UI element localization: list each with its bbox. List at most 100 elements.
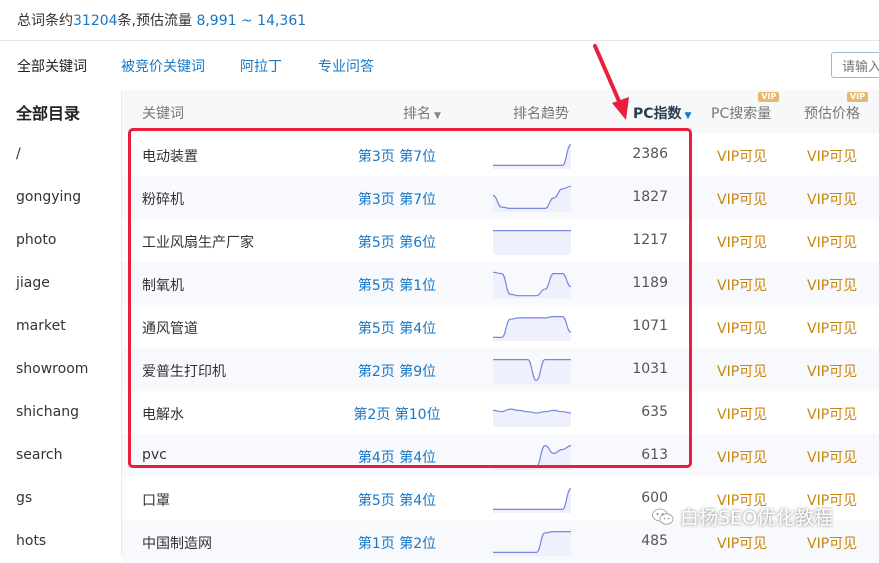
- table-row[interactable]: 制氧机 第5页 第1位 1189 VIP可见 VIP可见: [122, 262, 879, 305]
- tab-all-keywords[interactable]: 全部关键词: [17, 56, 87, 76]
- keyword-cell[interactable]: 电动装置: [142, 146, 198, 166]
- column-price-label: 预估价格: [804, 106, 860, 122]
- pc-index-value: 613: [641, 447, 668, 463]
- price-vip-link[interactable]: VIP可见: [807, 533, 857, 553]
- pc-search-vip-link[interactable]: VIP可见: [717, 318, 767, 338]
- table-row[interactable]: 通风管道 第5页 第4位 1071 VIP可见 VIP可见: [122, 305, 879, 348]
- rank-link[interactable]: 第5页 第6位: [332, 232, 462, 252]
- rank-link[interactable]: 第4页 第4位: [332, 447, 462, 467]
- pc-search-vip-link[interactable]: VIP可见: [717, 404, 767, 424]
- column-pc-index[interactable]: PC指数 ▼: [633, 103, 691, 123]
- sidebar-item-showroom[interactable]: showroom: [16, 361, 88, 377]
- summary-middle: 条,预估流量: [117, 13, 197, 29]
- sidebar-item-jiage[interactable]: jiage: [16, 275, 50, 291]
- price-vip-link[interactable]: VIP可见: [807, 232, 857, 252]
- keyword-cell[interactable]: 粉碎机: [142, 189, 184, 209]
- wechat-icon: [652, 508, 674, 525]
- price-vip-link[interactable]: VIP可见: [807, 275, 857, 295]
- pc-index-value: 485: [641, 533, 668, 549]
- price-vip-link[interactable]: VIP可见: [807, 447, 857, 467]
- rank-trend-sparkline: [493, 408, 571, 427]
- sidebar-item-shichang[interactable]: shichang: [16, 404, 79, 420]
- table-row[interactable]: 电解水 第2页 第10位 635 VIP可见 VIP可见: [122, 391, 879, 434]
- rank-trend-sparkline: [493, 144, 571, 169]
- sidebar-item-market[interactable]: market: [16, 318, 66, 334]
- vip-badge: VIP: [846, 92, 868, 102]
- sidebar-title: 全部目录: [16, 104, 81, 123]
- price-vip-link[interactable]: VIP可见: [807, 146, 857, 166]
- rank-trend-sparkline: [493, 531, 571, 556]
- rank-link[interactable]: 第2页 第9位: [332, 361, 462, 381]
- keyword-cell[interactable]: 制氧机: [142, 275, 184, 295]
- keyword-cell[interactable]: 电解水: [142, 404, 184, 424]
- summary-prefix: 总词条约: [17, 13, 73, 29]
- sidebar-item-hots[interactable]: hots: [16, 533, 46, 549]
- table-row[interactable]: 工业风扇生产厂家 第5页 第6位 1217 VIP可见 VIP可见: [122, 219, 879, 262]
- rank-link[interactable]: 第5页 第4位: [332, 318, 462, 338]
- sparkline-area: [493, 316, 571, 341]
- price-vip-link[interactable]: VIP可见: [807, 318, 857, 338]
- pc-index-value: 2386: [632, 146, 668, 162]
- column-rank[interactable]: 排名 ▼: [403, 103, 441, 123]
- table-row[interactable]: 电动装置 第3页 第7位 2386 VIP可见 VIP可见: [122, 133, 879, 176]
- pc-index-value: 1071: [632, 318, 668, 334]
- column-rank-label: 排名: [403, 106, 431, 122]
- table-row[interactable]: 爱普生打印机 第2页 第9位 1031 VIP可见 VIP可见: [122, 348, 879, 391]
- rank-link[interactable]: 第1页 第2位: [332, 533, 462, 553]
- keyword-table: 关键词 排名 ▼ 排名趋势 PC指数 ▼ PC搜索量 VIP 预估价格 VIP 电动装置…: [122, 90, 879, 563]
- keyword-cell[interactable]: 通风管道: [142, 318, 198, 338]
- sparkline-line: [493, 144, 571, 166]
- sparkline-area: [493, 272, 571, 298]
- rank-link[interactable]: 第5页 第1位: [332, 275, 462, 295]
- sparkline-line: [493, 488, 571, 510]
- price-vip-link[interactable]: VIP可见: [807, 189, 857, 209]
- rank-trend-sparkline: [493, 359, 571, 384]
- table-row[interactable]: 粉碎机 第3页 第7位 1827 VIP可见 VIP可见: [122, 176, 879, 219]
- keyword-cell[interactable]: 工业风扇生产厂家: [142, 232, 254, 252]
- tab-aladdin[interactable]: 阿拉丁: [240, 56, 282, 76]
- pc-search-vip-link[interactable]: VIP可见: [717, 146, 767, 166]
- sidebar-item-gs[interactable]: gs: [16, 490, 32, 506]
- keyword-cell[interactable]: 中国制造网: [142, 533, 212, 553]
- pc-search-vip-link[interactable]: VIP可见: [717, 232, 767, 252]
- pc-search-vip-link[interactable]: VIP可见: [717, 189, 767, 209]
- rank-trend-sparkline: [493, 230, 571, 255]
- column-price[interactable]: 预估价格 VIP: [804, 92, 868, 123]
- summary-flow: 8,991 ~ 14,361: [196, 13, 307, 29]
- search-box[interactable]: [831, 52, 879, 78]
- rank-trend-sparkline: [493, 316, 571, 341]
- pc-search-vip-link[interactable]: VIP可见: [717, 447, 767, 467]
- price-vip-link[interactable]: VIP可见: [807, 404, 857, 424]
- keyword-cell[interactable]: pvc: [142, 447, 167, 463]
- pc-index-value: 1031: [632, 361, 668, 377]
- summary-line: 总词条约31204条,预估流量 8,991 ~ 14,361: [17, 10, 306, 30]
- sidebar-item-search[interactable]: search: [16, 447, 63, 463]
- rank-link[interactable]: 第3页 第7位: [332, 189, 462, 209]
- column-pc-search[interactable]: PC搜索量 VIP: [711, 92, 780, 123]
- directory-sidebar: 全部目录 / gongying photo jiage market showr…: [0, 90, 122, 556]
- rank-trend-sparkline: [493, 271, 571, 298]
- keyword-cell[interactable]: 爱普生打印机: [142, 361, 226, 381]
- vip-badge: VIP: [758, 92, 780, 102]
- sidebar-item-gongying[interactable]: gongying: [16, 189, 81, 205]
- pc-search-vip-link[interactable]: VIP可见: [717, 533, 767, 553]
- rank-link[interactable]: 第3页 第7位: [332, 146, 462, 166]
- keyword-cell[interactable]: 口罩: [142, 490, 170, 510]
- search-input[interactable]: [840, 54, 879, 78]
- summary-count: 31204: [73, 13, 118, 29]
- pc-search-vip-link[interactable]: VIP可见: [717, 361, 767, 381]
- rank-link[interactable]: 第5页 第4位: [332, 490, 462, 510]
- sidebar-item-photo[interactable]: photo: [16, 232, 56, 248]
- pc-index-value: 635: [641, 404, 668, 420]
- pc-search-vip-link[interactable]: VIP可见: [717, 275, 767, 295]
- price-vip-link[interactable]: VIP可见: [807, 361, 857, 381]
- rank-trend-sparkline: [493, 444, 571, 470]
- tab-bid-keywords[interactable]: 被竞价关键词: [121, 56, 205, 76]
- sort-caret-icon: ▼: [684, 111, 692, 121]
- column-keyword: 关键词: [142, 106, 184, 122]
- rank-link[interactable]: 第2页 第10位: [332, 404, 462, 424]
- table-row[interactable]: pvc 第4页 第4位 613 VIP可见 VIP可见: [122, 434, 879, 477]
- sidebar-item-root[interactable]: /: [16, 146, 21, 162]
- keyword-tabs: 全部关键词 被竞价关键词 阿拉丁 专业问答: [0, 40, 879, 90]
- tab-expert-qa[interactable]: 专业问答: [318, 56, 374, 76]
